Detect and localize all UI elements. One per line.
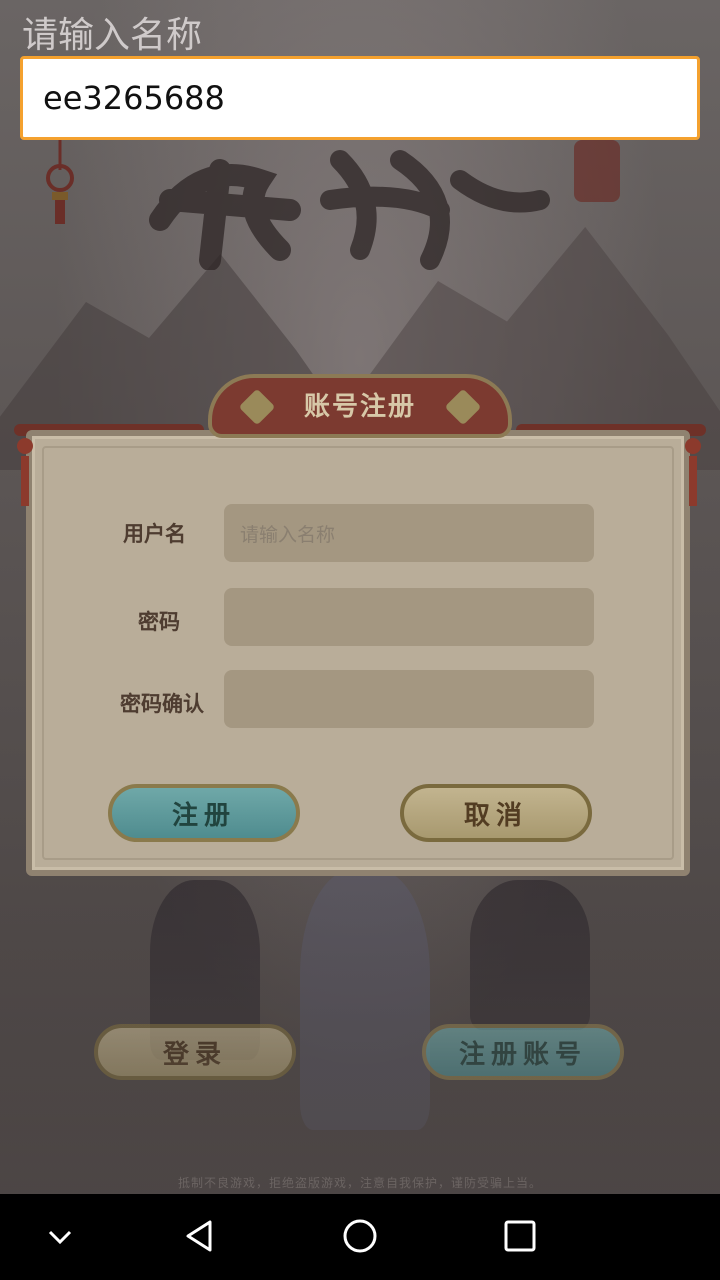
register-account-button[interactable]: 注册账号: [422, 1024, 624, 1080]
password-input[interactable]: [224, 588, 594, 646]
home-icon[interactable]: [338, 1214, 382, 1258]
register-button[interactable]: 注册: [108, 784, 300, 842]
login-button-label: 登录: [162, 1039, 227, 1070]
input-hint-label: 请输入名称: [22, 15, 203, 56]
login-button[interactable]: 登录: [94, 1024, 296, 1080]
confirm-password-label: 密码确认: [120, 692, 204, 716]
dialog-title-plaque: 账号注册: [172, 366, 548, 458]
confirm-password-input[interactable]: [224, 670, 594, 728]
name-text-input[interactable]: ee3265688: [20, 56, 700, 140]
chevron-down-icon[interactable]: [38, 1214, 82, 1258]
username-input[interactable]: 请输入名称: [224, 504, 594, 562]
username-placeholder: 请输入名称: [240, 523, 336, 546]
back-icon[interactable]: [178, 1214, 222, 1258]
name-input-value: ee3265688: [43, 79, 225, 117]
password-label: 密码: [138, 610, 180, 634]
dialog-title: 账号注册: [303, 392, 416, 422]
hanging-ornament: [46, 140, 74, 224]
cancel-button-label: 取消: [463, 800, 528, 831]
seal-stamp: [574, 140, 620, 202]
tassel-ornament-right: [685, 438, 701, 506]
cancel-button[interactable]: 取消: [400, 784, 592, 842]
game-logo-calligraphy: [149, 150, 550, 270]
register-button-label: 注册: [171, 800, 236, 831]
recents-icon[interactable]: [498, 1214, 542, 1258]
system-navigation-bar: [0, 1194, 720, 1280]
disclaimer-text: 抵制不良游戏，拒绝盗版游戏，注意自我保护，谨防受骗上当。: [177, 1176, 542, 1190]
username-label: 用户名: [123, 522, 186, 546]
register-account-button-label: 注册账号: [458, 1039, 587, 1070]
tassel-ornament-left: [17, 438, 33, 506]
